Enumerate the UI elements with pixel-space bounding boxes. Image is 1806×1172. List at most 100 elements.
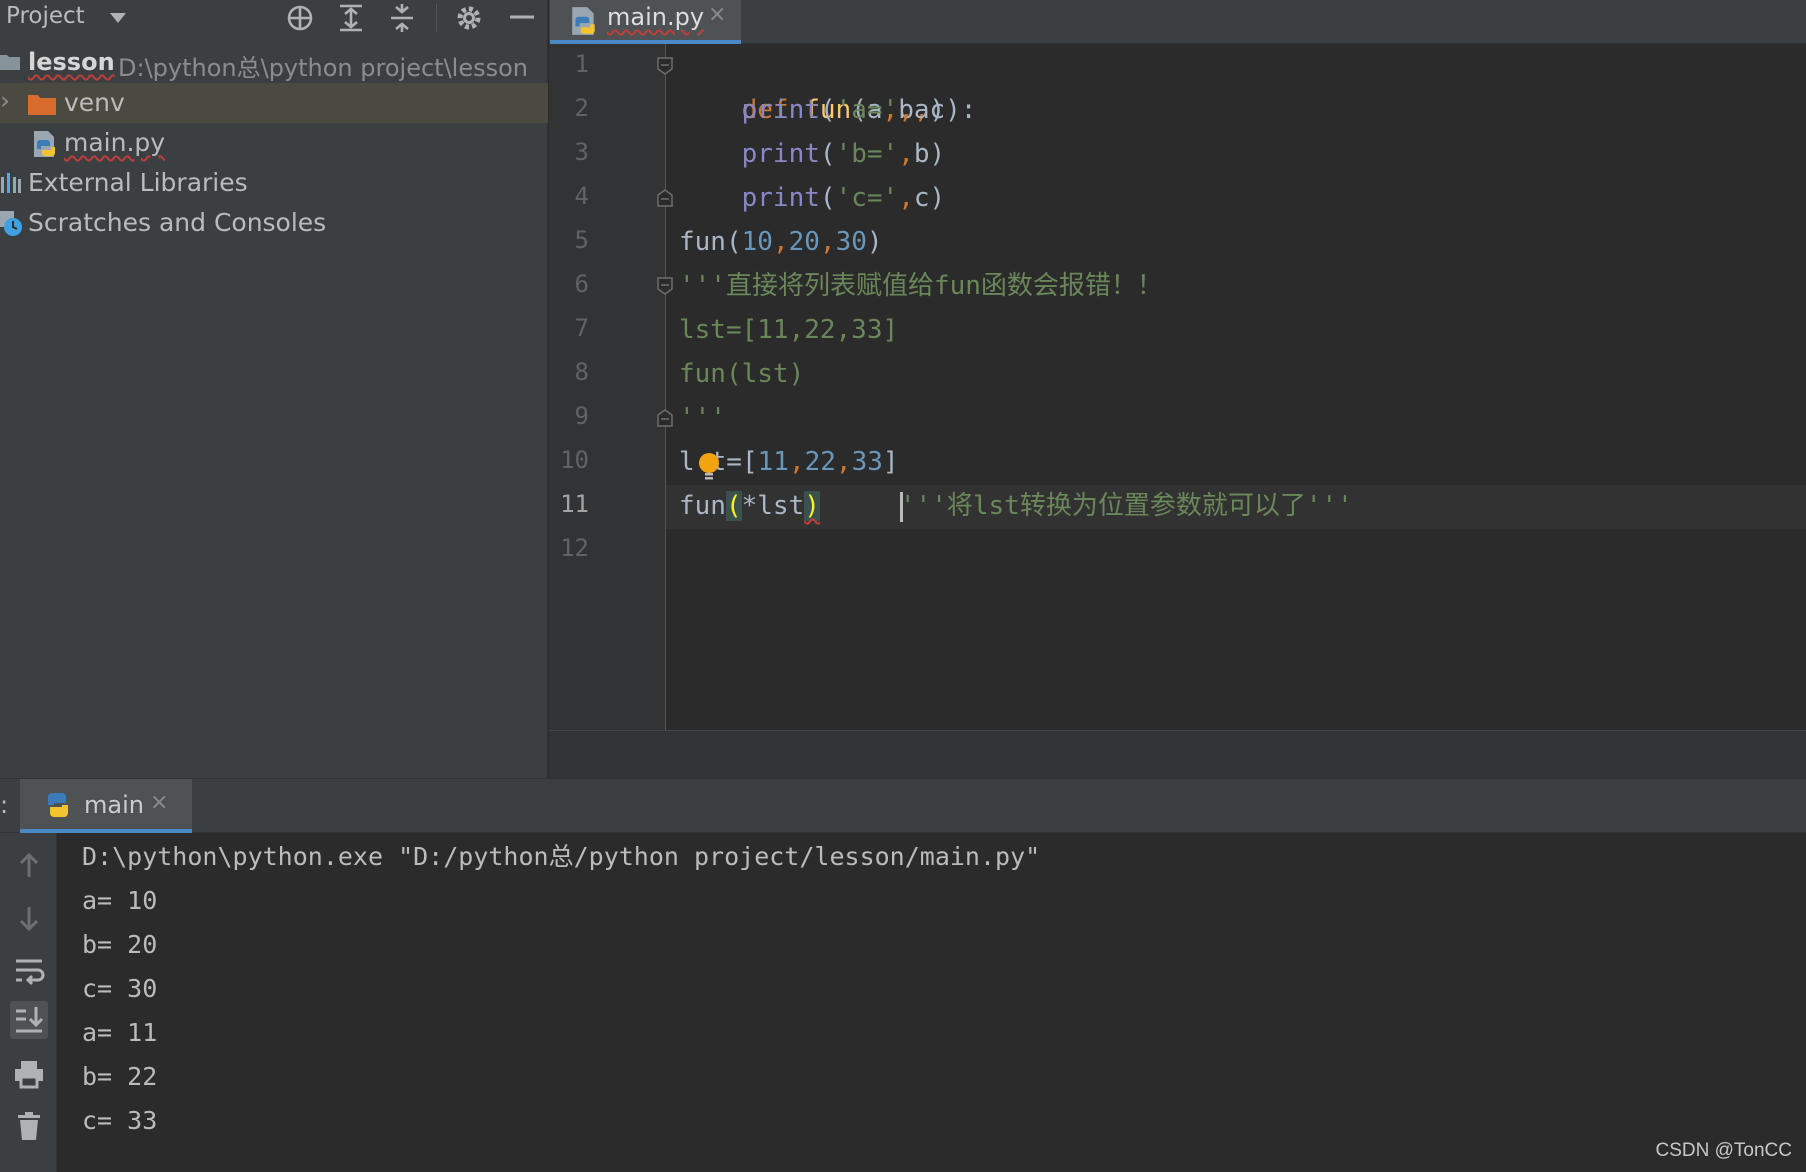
- arrow-down-icon[interactable]: [10, 899, 48, 937]
- console-output[interactable]: D:\python\python.exe "D:/python总/python …: [82, 835, 1040, 1143]
- console-line: a= 10: [82, 886, 158, 915]
- run-title: :: [0, 791, 9, 819]
- line-number: 12: [560, 534, 589, 562]
- tree-item-path: D:\python总\python project\lesson: [118, 54, 528, 82]
- run-tab-label: main: [84, 791, 144, 819]
- run-toolbar: [0, 833, 57, 1172]
- string-literal: '''将lst转换为位置参数就可以了''': [899, 491, 1353, 521]
- code-line-9[interactable]: ''': [679, 396, 726, 440]
- code-line-1[interactable]: def fun(a,b,c):: [679, 44, 977, 125]
- watermark: CSDN @TonCC: [1655, 1140, 1792, 1161]
- python-file-icon: [572, 7, 595, 35]
- code-line-5[interactable]: fun(10,20,30): [679, 220, 883, 264]
- identifier: l: [679, 447, 695, 477]
- console-line: a= 11: [82, 1018, 158, 1047]
- print-icon[interactable]: [10, 1055, 48, 1093]
- comma: ,: [835, 447, 852, 477]
- close-icon[interactable]: ×: [150, 790, 168, 815]
- fold-start-icon[interactable]: [657, 57, 673, 75]
- line-number: 7: [574, 314, 589, 342]
- number-literal: 22: [804, 447, 836, 477]
- code-line-3[interactable]: print('b=',b): [679, 132, 946, 176]
- expand-all-icon[interactable]: [335, 2, 367, 34]
- argument: a): [913, 95, 946, 125]
- number-literal: 30: [835, 227, 867, 257]
- code-line-8[interactable]: fun(lst): [679, 352, 804, 396]
- code-line-4[interactable]: print('c=',c): [679, 176, 946, 220]
- string-literal: 'b=': [835, 139, 899, 169]
- python-icon: [48, 793, 68, 817]
- line-number: 3: [574, 138, 589, 166]
- line-number: 5: [574, 226, 589, 254]
- line-number: 11: [560, 490, 589, 518]
- console-line: c= 30: [82, 974, 158, 1003]
- builtin-call: print: [741, 139, 820, 169]
- editor-tab-bar: main.py ×: [549, 0, 1806, 44]
- fold-end-icon[interactable]: [657, 189, 673, 207]
- string-literal: 'a=': [835, 95, 899, 125]
- paren: ): [866, 227, 883, 257]
- comma: ,: [819, 227, 836, 257]
- project-header: Project: [0, 0, 548, 36]
- arrow-up-icon[interactable]: [10, 847, 48, 885]
- toolbar-divider: [436, 4, 437, 32]
- editor-breadcrumb-bar: [549, 730, 1806, 778]
- comma: ,: [772, 227, 789, 257]
- minimize-icon[interactable]: [506, 2, 538, 34]
- line-number: 2: [574, 94, 589, 122]
- tree-item-label: Scratches and Consoles: [28, 208, 327, 237]
- trash-icon[interactable]: [10, 1107, 48, 1145]
- soft-wrap-icon[interactable]: [10, 951, 48, 989]
- console-line: b= 22: [82, 1062, 158, 1091]
- tree-item-label: venv: [64, 88, 125, 117]
- line-number-gutter: 1 2 3 4 5 6 7 8 9 10 11 12: [549, 44, 665, 730]
- console-line: c= 33: [82, 1106, 158, 1135]
- collapse-all-icon[interactable]: [386, 2, 418, 34]
- string-literal: 'c=': [835, 183, 899, 213]
- tree-item-label: main.py: [64, 128, 166, 157]
- tree-item-venv[interactable]: › venv: [0, 83, 548, 123]
- close-icon[interactable]: ×: [708, 2, 726, 27]
- line-number: 4: [574, 182, 589, 210]
- tree-item-external-libraries[interactable]: External Libraries: [0, 163, 548, 203]
- tree-item-lesson[interactable]: lesson D:\python总\python project\lesson: [0, 43, 548, 83]
- chevron-right-icon[interactable]: ›: [0, 86, 10, 115]
- code-line-6[interactable]: '''直接将列表赋值给fun函数会报错！！: [679, 264, 1163, 308]
- code-line-7[interactable]: lst=[11,22,33]: [679, 308, 898, 352]
- library-icon: [1, 173, 21, 193]
- number-literal: 10: [741, 227, 773, 257]
- gear-icon[interactable]: [453, 2, 485, 34]
- run-tool-window: : main × D:\python\python.exe "D:/python…: [0, 778, 1806, 1172]
- code-editor[interactable]: 1 2 3 4 5 6 7 8 9 10 11 12 def fun(a,b,c…: [549, 44, 1806, 730]
- fold-start-icon[interactable]: [657, 277, 673, 295]
- function-call: fun(: [679, 227, 742, 257]
- line-number: 9: [574, 402, 589, 430]
- number-literal: 33: [851, 447, 883, 477]
- code-line-2[interactable]: print('a=',a): [679, 88, 946, 132]
- bracket: ]: [882, 447, 899, 477]
- project-tool-window: Project lesson D:\python总\python project…: [0, 0, 548, 778]
- matched-paren: ): [804, 491, 820, 521]
- builtin-call: print: [741, 183, 820, 213]
- fold-end-icon[interactable]: [657, 409, 673, 427]
- chevron-down-icon[interactable]: [110, 13, 126, 23]
- line-number: 8: [574, 358, 589, 386]
- gutter-divider: [665, 44, 666, 730]
- locate-icon[interactable]: [284, 2, 316, 34]
- matched-paren: (: [725, 491, 742, 521]
- scroll-to-end-icon[interactable]: [10, 1001, 48, 1039]
- project-view-selector[interactable]: Project: [6, 3, 85, 29]
- console-command-line: D:\python\python.exe "D:/python总/python …: [82, 842, 1041, 871]
- comma: ,: [788, 447, 805, 477]
- argument: c): [913, 183, 946, 213]
- folder-icon: [28, 95, 56, 115]
- function-call: fun: [679, 491, 726, 521]
- tree-item-scratches[interactable]: Scratches and Consoles: [0, 203, 548, 243]
- tab-main-py[interactable]: main.py ×: [550, 0, 741, 44]
- tree-item-main-py[interactable]: main.py: [0, 123, 548, 163]
- paren: (: [819, 139, 836, 169]
- argument: b): [913, 139, 946, 169]
- code-line-11[interactable]: fun(*lst) '''将lst转换为位置参数就可以了''': [679, 484, 1353, 528]
- run-tab-main[interactable]: main ×: [20, 779, 192, 833]
- lightbulb-icon[interactable]: [696, 452, 722, 482]
